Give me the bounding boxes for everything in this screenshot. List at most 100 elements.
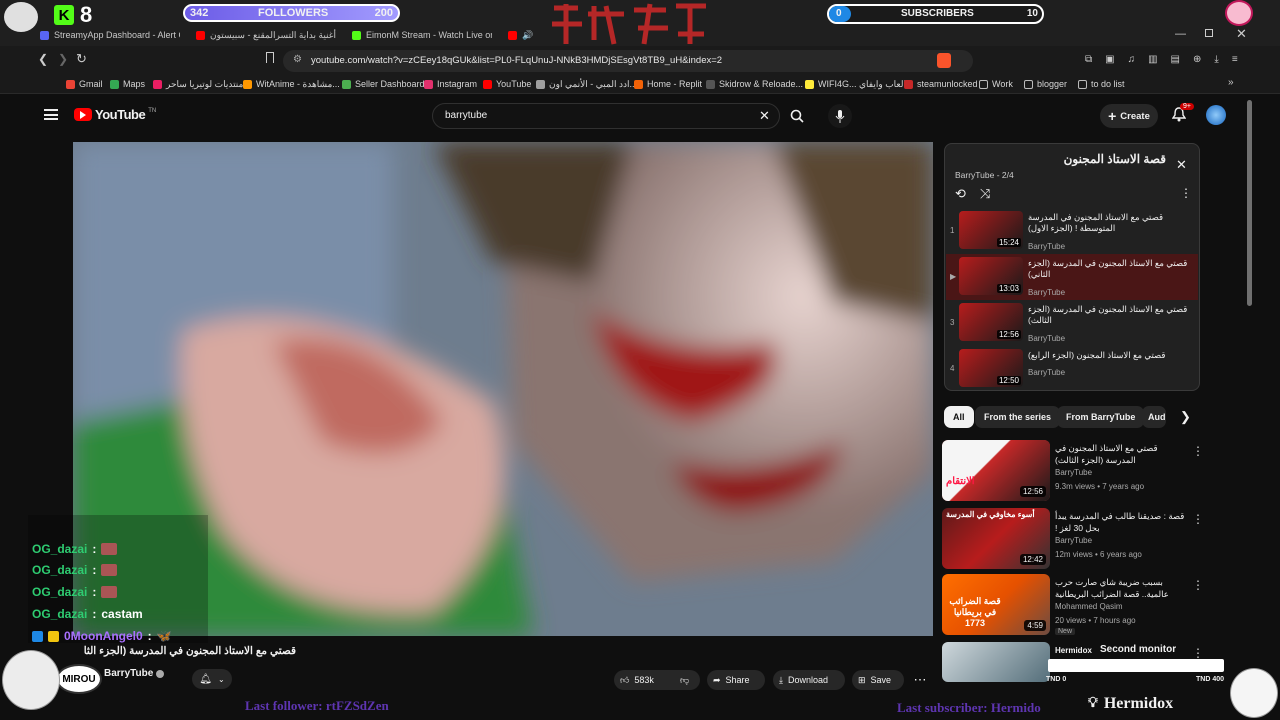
extension-icon[interactable]: ⧉	[1085, 54, 1092, 68]
bookmark-skidrow[interactable]: Skidrow & Reloade...	[706, 77, 803, 91]
chip-from-the-series[interactable]: From the series	[975, 406, 1061, 428]
more-options-icon[interactable]: ⋮	[1192, 444, 1204, 458]
playlist-item-title: قصتي مع الاستاذ المجنون في المدرسة (الجز…	[1028, 304, 1188, 325]
notifications-button[interactable]: 9+	[1172, 103, 1194, 123]
recommended-video[interactable]: الانتقام 12:56 قصتي مع الاستاذ المجنون ف…	[942, 440, 1204, 504]
page-scrollbar[interactable]	[1247, 100, 1252, 306]
video-thumbnail	[942, 642, 1050, 682]
shuffle-icon[interactable]: ⤨	[980, 186, 990, 202]
chevron-right-icon[interactable]: ❯	[1180, 409, 1191, 425]
recommended-video[interactable]: قصة الضرائب في بريطانيا 1773 4:59 بسبب ض…	[942, 574, 1204, 638]
more-options-icon[interactable]: ⋮	[1192, 578, 1204, 592]
bookmark-seller-dashboard[interactable]: Seller Dashboard	[342, 77, 425, 91]
speaker-icon: 🔊	[522, 29, 534, 40]
back-icon[interactable]: ❮	[38, 52, 48, 66]
bookmark-label: to do list	[1091, 79, 1125, 89]
tab-youtube-active[interactable]: 🔊	[508, 26, 548, 44]
channel-name[interactable]: BarryTube	[104, 668, 153, 679]
more-options-icon[interactable]: ⋮	[1192, 512, 1204, 526]
bookmark-folder-todo[interactable]: to do list	[1078, 77, 1125, 91]
menu-icon[interactable]: ≡	[1232, 54, 1238, 68]
streamyapp-icon	[40, 30, 49, 40]
playlist-item[interactable]: 1 15:24 قصتي مع الاستاذ المجنون في المدر…	[946, 208, 1198, 254]
restore-button[interactable]	[1205, 29, 1213, 37]
wallet-icon[interactable]: ▤	[1171, 54, 1180, 68]
playlist-item-active[interactable]: ▶ 13:03 قصتي مع الاستاذ المجنون في المدر…	[946, 254, 1198, 300]
tab-kick-stream[interactable]: EimonM Stream - Watch Live on	[352, 26, 492, 44]
recommended-meta: 12m views • 6 years ago	[1055, 550, 1142, 559]
more-bookmarks-icon[interactable]: »	[1228, 77, 1234, 88]
search-box[interactable]: barrytube ✕	[432, 103, 780, 129]
chat-message: OG_dazai: castam	[32, 607, 143, 621]
notification-bell-button[interactable]: 🔔︎ ⌄	[192, 669, 232, 689]
download-button[interactable]: ⤓ Download	[773, 670, 845, 690]
bookmark-instagram[interactable]: Instagram	[424, 77, 477, 91]
loop-icon[interactable]: ⟲	[955, 186, 966, 202]
bookmark-wifi4games[interactable]: WIFI4G... العاب وايفاي	[805, 77, 906, 91]
music-icon[interactable]: ♫	[1128, 54, 1136, 68]
close-window-button[interactable]: ✕	[1236, 26, 1247, 42]
plus-icon: +	[1108, 108, 1117, 124]
account-avatar[interactable]	[1206, 105, 1226, 125]
bookmark-folder-blogger[interactable]: blogger	[1024, 77, 1067, 91]
bookmark-forum[interactable]: منتديات لوتيريا ساحر	[153, 77, 243, 91]
youtube-wordmark: YouTube	[95, 107, 146, 122]
chip-from-barrytube[interactable]: From BarryTube	[1057, 406, 1145, 428]
more-actions-button[interactable]: ⋯	[910, 670, 930, 690]
thumbs-up-icon: 👍︎	[620, 674, 630, 685]
recommended-video[interactable]: أسوء مخاوفي في المدرسة 12:42 قصة : صديقن…	[942, 508, 1204, 572]
chip-all[interactable]: All	[944, 406, 974, 428]
chip-audio[interactable]: Aud	[1142, 406, 1166, 428]
calligraphy-overlay	[548, 0, 710, 46]
search-button[interactable]	[785, 103, 809, 129]
minimize-button[interactable]: —	[1175, 28, 1186, 40]
bookmark-folder-work[interactable]: Work	[979, 77, 1013, 91]
bookmark-gmail[interactable]: Gmail	[66, 77, 103, 91]
extension-icon[interactable]: ▣	[1105, 54, 1114, 68]
reload-icon[interactable]: ↻	[76, 51, 87, 67]
site-info-icon[interactable]: ⚙	[293, 54, 302, 65]
share-icon: ➦	[713, 674, 721, 685]
youtube-logo[interactable]: YouTube TN	[74, 107, 156, 122]
bookmark-replit[interactable]: Home - Replit	[634, 77, 702, 91]
forward-icon[interactable]: ❯	[58, 52, 68, 66]
playlist-index: 4	[950, 364, 955, 373]
recommended-meta: 20 views • 7 hours ago	[1055, 616, 1136, 625]
save-button[interactable]: ⊞ Save	[852, 670, 904, 690]
like-count: 583k	[634, 675, 654, 685]
address-bar[interactable]: ⚙ youtube.com/watch?v=zCEey18qGUk&list=P…	[283, 50, 973, 72]
playlist-item-title: قصتي مع الاستاذ المجنون (الجزء الرابع)	[1028, 350, 1166, 360]
close-playlist-icon[interactable]: ✕	[1176, 157, 1187, 173]
share-button[interactable]: ➦ Share	[707, 670, 765, 690]
playlist-item[interactable]: 4 12:50 قصتي مع الاستاذ المجنون (الجزء ا…	[946, 346, 1198, 392]
tab-spacetoon-song[interactable]: أغنية بداية التسرالمقنع - سبيستون	[196, 26, 341, 44]
bookmark-star-icon[interactable]	[266, 52, 274, 63]
create-button[interactable]: + Create	[1100, 104, 1158, 128]
playlist-item[interactable]: 3 12:56 قصتي مع الاستاذ المجنون في المدر…	[946, 300, 1198, 346]
brave-shield-icon[interactable]	[937, 53, 951, 68]
bookmark-youtube[interactable]: YouTube	[483, 77, 531, 91]
mirou-logo: MIROU	[56, 664, 102, 694]
recommended-title: بسبب ضريبة شاي صارت حرب عالمية.. قصة الض…	[1055, 577, 1169, 599]
playlist-more-icon[interactable]: ⋮	[1180, 186, 1192, 200]
bookmark-label: steamunlocked	[917, 79, 978, 89]
dislike-button[interactable]: 👎︎	[676, 670, 700, 690]
bookmark-anime[interactable]: ادد المبي - الأنمي اون...	[536, 77, 637, 91]
bookmark-steamunlocked[interactable]: steamunlocked	[904, 77, 978, 91]
sidebar-icon[interactable]: ▥	[1148, 54, 1157, 68]
download-icon[interactable]: ⤓	[1214, 54, 1218, 68]
tab-label: أغنية بداية التسرالمقنع - سبيستون	[210, 29, 336, 40]
bookmark-witanime[interactable]: WitAnime - مشاهدة...	[243, 77, 340, 91]
hamburger-menu-icon[interactable]	[44, 109, 58, 120]
chat-username: OG_dazai	[32, 542, 88, 556]
like-button[interactable]: 👍︎ 583k	[614, 670, 676, 690]
clear-search-icon[interactable]: ✕	[759, 108, 770, 124]
bookmark-label: Work	[992, 79, 1013, 89]
playlist-index: 3	[950, 318, 955, 327]
tab-streamyapp[interactable]: StreamyApp Dashboard - Alert Confi	[40, 26, 180, 44]
vpn-icon[interactable]: ⊕	[1193, 54, 1201, 68]
bookmark-maps[interactable]: Maps	[110, 77, 145, 91]
kick-icon	[352, 30, 361, 40]
voice-search-button[interactable]	[828, 104, 852, 128]
search-input[interactable]: barrytube	[445, 110, 487, 121]
